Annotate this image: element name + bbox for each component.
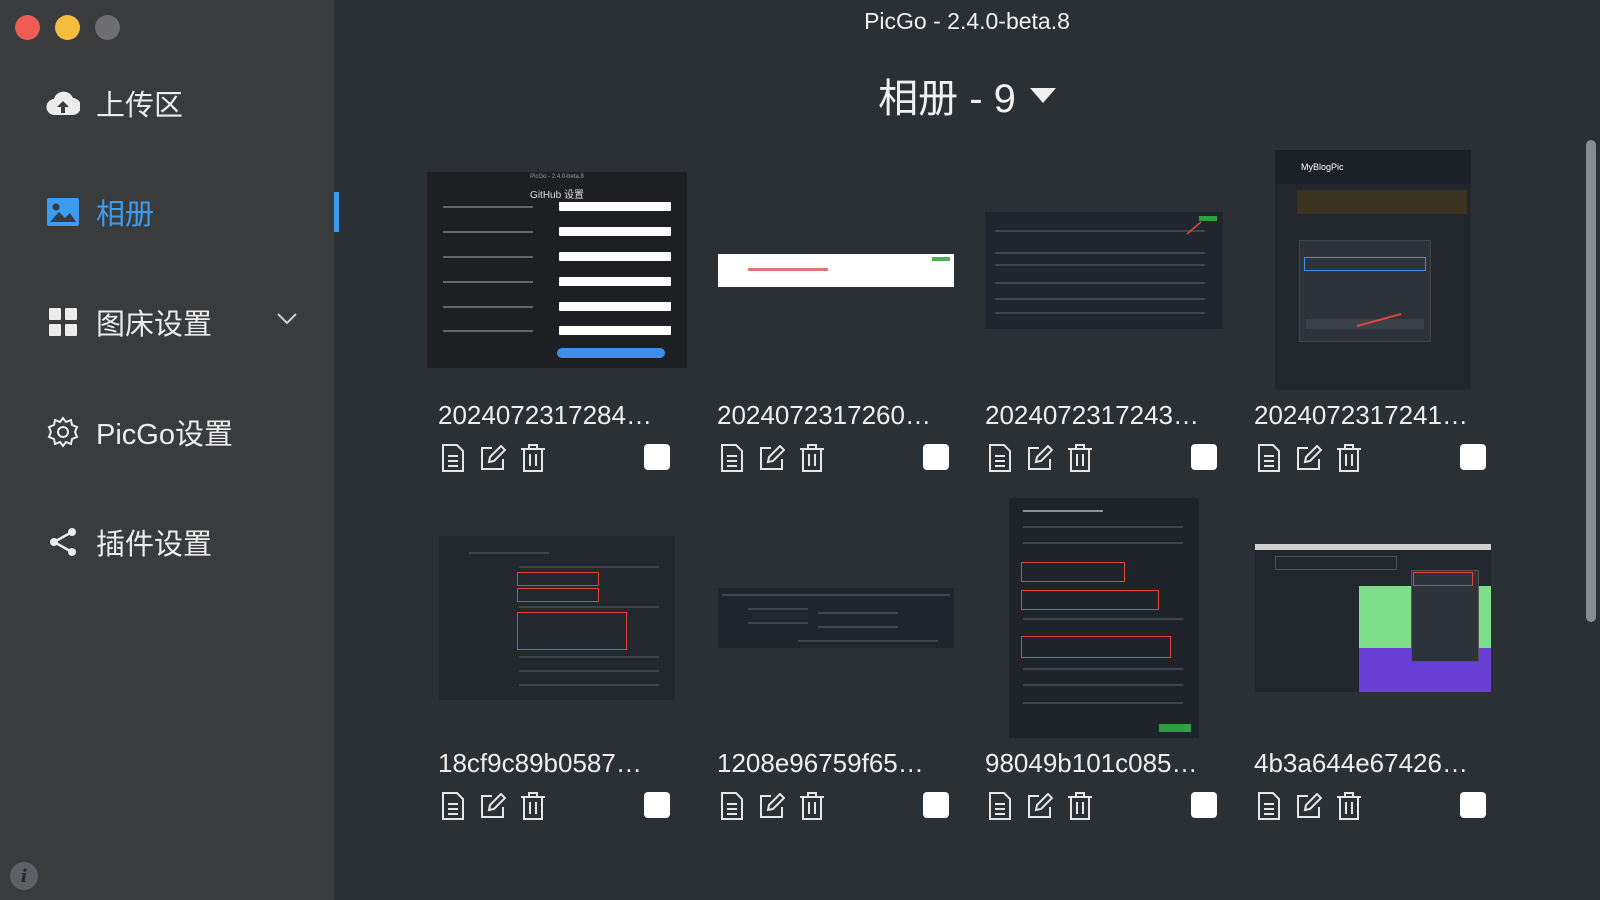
trash-icon[interactable]	[520, 791, 546, 821]
trash-icon[interactable]	[1067, 443, 1093, 473]
edit-icon[interactable]	[759, 791, 785, 821]
copy-link-icon[interactable]	[719, 791, 745, 821]
sidebar-item-plugin-settings[interactable]: 插件设置	[46, 521, 212, 563]
copy-link-icon[interactable]	[1256, 791, 1282, 821]
sidebar: 上传区 相册 图床设置 PicGo设置 插件设置 i	[0, 0, 339, 900]
edit-icon[interactable]	[759, 443, 785, 473]
window-controls	[15, 15, 120, 40]
image-filename: 98049b101c085…	[985, 748, 1198, 778]
trash-icon[interactable]	[1067, 791, 1093, 821]
select-checkbox[interactable]	[1191, 792, 1217, 818]
token-settings-thumbnail	[439, 536, 675, 700]
edit-icon[interactable]	[1296, 791, 1322, 821]
switch-branch-thumbnail: MyBlogPic	[1275, 150, 1471, 390]
white-strip-thumbnail	[718, 253, 954, 287]
sidebar-item-label: 相册	[96, 199, 155, 231]
image-filename: 2024072317284…	[438, 400, 652, 430]
image-thumbnail[interactable]	[705, 498, 967, 738]
select-checkbox[interactable]	[923, 444, 949, 470]
gear-icon	[46, 415, 80, 449]
copy-link-icon[interactable]	[987, 791, 1013, 821]
trash-icon[interactable]	[1336, 443, 1362, 473]
sidebar-item-label: 上传区	[96, 90, 184, 122]
sidebar-item-label: PicGo设置	[96, 419, 233, 451]
copy-link-icon[interactable]	[987, 443, 1013, 473]
image-filename: 2024072317241…	[1254, 400, 1468, 430]
trash-icon[interactable]	[1336, 791, 1362, 821]
select-checkbox[interactable]	[1460, 792, 1486, 818]
caret-down-icon[interactable]	[1029, 87, 1056, 103]
edit-icon[interactable]	[1027, 791, 1053, 821]
image-thumbnail[interactable]	[1242, 498, 1504, 738]
copy-link-icon[interactable]	[719, 443, 745, 473]
image-filename: 2024072317243…	[985, 400, 1199, 430]
image-filename: 1208e96759f65…	[717, 748, 924, 778]
select-checkbox[interactable]	[644, 444, 670, 470]
sidebar-item-image-host-settings[interactable]: 图床设置	[46, 301, 212, 343]
select-checkbox[interactable]	[644, 792, 670, 818]
edit-icon[interactable]	[1027, 443, 1053, 473]
album-title-text: 相册 - 9	[878, 77, 1016, 121]
scrollbar-thumb[interactable]	[1586, 140, 1596, 622]
trash-icon[interactable]	[520, 443, 546, 473]
copy-link-icon[interactable]	[440, 443, 466, 473]
select-checkbox[interactable]	[923, 792, 949, 818]
close-window-button[interactable]	[15, 15, 40, 40]
chevron-down-icon[interactable]	[276, 312, 298, 331]
info-icon[interactable]: i	[10, 862, 38, 890]
copy-link-icon[interactable]	[440, 791, 466, 821]
sidebar-item-album[interactable]: 相册	[46, 191, 154, 233]
new-repository-menu-thumbnail	[1255, 544, 1491, 692]
edit-icon[interactable]	[480, 443, 506, 473]
image-thumbnail[interactable]	[973, 150, 1235, 390]
album-title[interactable]: 相册 - 9	[334, 66, 1600, 124]
create-repository-thumbnail	[1009, 498, 1199, 738]
select-checkbox[interactable]	[1460, 444, 1486, 470]
image-filename: 4b3a644e67426…	[1254, 748, 1468, 778]
minimize-window-button[interactable]	[55, 15, 80, 40]
image-thumbnail[interactable]: PicGo - 2.4.0-beta.8 GitHub 设置	[426, 150, 688, 390]
edit-icon[interactable]	[480, 791, 506, 821]
image-thumbnail[interactable]: MyBlogPic	[1242, 150, 1504, 390]
branches-thumbnail	[985, 211, 1223, 329]
sidebar-item-picgo-settings[interactable]: PicGo设置	[46, 411, 233, 453]
sidebar-item-label: 插件设置	[96, 529, 213, 561]
image-filename: 2024072317260…	[717, 400, 931, 430]
maximize-window-button[interactable]	[95, 15, 120, 40]
trash-icon[interactable]	[799, 791, 825, 821]
sidebar-item-upload[interactable]: 上传区	[46, 82, 183, 124]
share-icon	[46, 525, 80, 559]
active-indicator	[334, 192, 339, 232]
image-filename: 18cf9c89b0587…	[438, 748, 642, 778]
select-checkbox[interactable]	[1191, 444, 1217, 470]
copy-link-icon[interactable]	[1256, 443, 1282, 473]
image-thumbnail[interactable]	[973, 498, 1235, 738]
github-settings-thumbnail: PicGo - 2.4.0-beta.8 GitHub 设置	[427, 172, 687, 368]
cloud-upload-icon	[46, 86, 80, 120]
developer-settings-thumbnail	[718, 588, 954, 648]
image-thumbnail[interactable]	[705, 150, 967, 390]
window-title: PicGo - 2.4.0-beta.8	[864, 8, 1070, 34]
grid-icon	[46, 305, 80, 339]
trash-icon[interactable]	[799, 443, 825, 473]
image-thumbnail[interactable]	[426, 498, 688, 738]
edit-icon[interactable]	[1296, 443, 1322, 473]
sidebar-item-label: 图床设置	[96, 309, 213, 341]
image-icon	[46, 195, 80, 229]
